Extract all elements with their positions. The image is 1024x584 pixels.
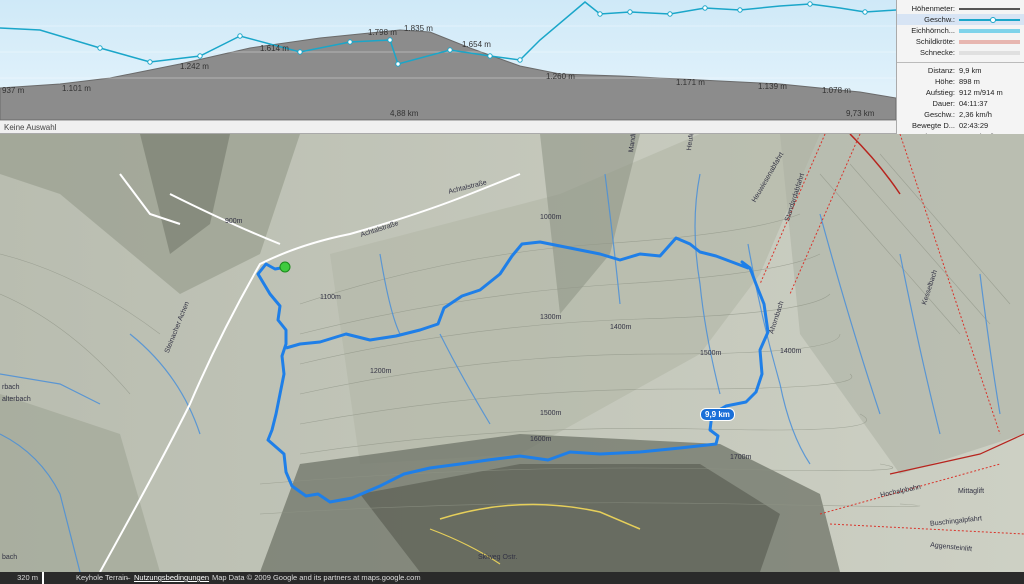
legend-label: Geschw.: (924, 15, 955, 24)
selection-status: Keine Auswahl (0, 120, 896, 134)
terrain-map[interactable]: 9,9 km Achtalstraße Achtalstraße Steinac… (0, 134, 1024, 572)
legend-label: Schildkröte: (915, 37, 955, 46)
elev-label: 1.835 m (404, 24, 433, 33)
elevation-profile-chart[interactable]: 937 m 1.101 m 1.242 m 1.614 m 1.798 m 1.… (0, 0, 896, 120)
elev-label: 1.654 m (462, 40, 491, 49)
elev-label: 1.139 m (758, 82, 787, 91)
stat-value: 9,9 km (959, 66, 982, 75)
stat-label: Distanz: (927, 66, 955, 75)
legend-panel: Höhenmeter: Geschw.: Eichhörnch... Schil… (896, 0, 1024, 141)
contour-label: 1400m (780, 348, 802, 355)
contour-label: 1000m (540, 214, 562, 221)
stat-duration: Dauer: 04:11:37 (897, 99, 1024, 110)
stat-value: 898 m (959, 77, 980, 86)
elev-label: 1.078 m (822, 86, 851, 95)
stat-value: 2,36 km/h (959, 110, 992, 119)
map-credit: Map Data © 2009 Google and its partners … (212, 573, 421, 582)
contour-label: 1600m (530, 436, 552, 443)
stat-label: Dauer: (932, 99, 955, 108)
legend-swatch (959, 39, 1020, 44)
stat-label: Höhe: (934, 77, 955, 86)
contour-label: 1200m (370, 368, 392, 375)
legend-row-snail[interactable]: Schnecke: (897, 47, 1024, 58)
legend-swatch (959, 7, 1020, 10)
elevation-area (0, 29, 896, 120)
lift-label: Mittaglift (958, 488, 985, 495)
legend-label: Höhenmeter: (911, 4, 955, 13)
stat-moving-duration: Bewegte D... 02:43:29 (897, 121, 1024, 132)
legend-label: Eichhörnch... (911, 26, 955, 35)
profile-svg (0, 1, 896, 120)
contour-label: 1100m (320, 294, 341, 301)
scale-bar: 320 m (0, 572, 44, 584)
elev-label: 1.614 m (260, 44, 289, 53)
distance-label: 4,88 km (390, 109, 419, 118)
legend-swatch (959, 50, 1020, 55)
elev-label: 1.798 m (368, 28, 397, 37)
legend-row-speed[interactable]: Geschw.: (897, 14, 1024, 25)
start-marker[interactable] (279, 261, 291, 273)
legend-label: Schnecke: (919, 48, 955, 57)
contour-label: 1700m (730, 454, 752, 461)
stat-label: Bewegte D... (912, 121, 955, 130)
stream-label: rbach (2, 384, 20, 391)
stat-value: 912 m/914 m (959, 88, 1003, 97)
stat-value: 04:11:37 (959, 99, 988, 108)
contour-label: 1500m (540, 410, 562, 417)
distance-badge[interactable]: 9,9 km (700, 408, 735, 421)
stream-label: bach (2, 554, 18, 561)
contour-label: 1500m (700, 350, 722, 357)
legend-row-elevation[interactable]: Höhenmeter: (897, 3, 1024, 14)
legend-swatch (959, 28, 1020, 33)
map-footer: 320 m Keyhole Terrain – Nutzungsbedingun… (0, 572, 1024, 584)
elev-label: 937 m (2, 86, 25, 95)
elev-label: 1.171 m (676, 78, 705, 87)
stat-height: Höhe: 898 m (897, 77, 1024, 88)
stat-speed: Geschw.: 2,36 km/h (897, 110, 1024, 121)
terms-link[interactable]: Nutzungsbedingungen (134, 572, 209, 584)
path-label: Skiweg Ostr. (478, 554, 518, 561)
contour-label: 1400m (610, 324, 632, 331)
elev-label: 1.242 m (180, 62, 209, 71)
terrain-type: Keyhole Terrain (76, 573, 128, 582)
elev-label: 1.260 m (546, 72, 575, 81)
stat-label: Geschw.: (924, 110, 955, 119)
stream-label: alterbach (2, 396, 31, 403)
contour-label: 1300m (540, 314, 562, 321)
stat-label: Aufstieg: (925, 88, 955, 97)
stat-value: 02:43:29 (959, 121, 989, 130)
legend-row-squirrel[interactable]: Eichhörnch... (897, 25, 1024, 36)
distance-label: 9,73 km (846, 109, 875, 118)
map-svg (0, 134, 1024, 572)
contour-label: 900m (225, 218, 243, 225)
legend-row-turtle[interactable]: Schildkröte: (897, 36, 1024, 47)
stat-distance: Distanz: 9,9 km (897, 66, 1024, 77)
elev-label: 1.101 m (62, 84, 91, 93)
stat-ascent: Aufstieg: 912 m/914 m (897, 88, 1024, 99)
legend-swatch (959, 16, 1020, 23)
